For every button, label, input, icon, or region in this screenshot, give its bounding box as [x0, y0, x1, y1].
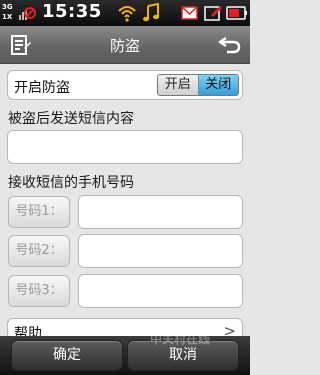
- number-1-button[interactable]: 号码1：: [8, 196, 70, 228]
- receiver-numbers-label: 接收短信的手机号码: [8, 175, 134, 191]
- battery-icon: [226, 6, 247, 20]
- wifi-icon: [118, 6, 136, 22]
- new-message-icon: [181, 6, 198, 20]
- title-bar: 防盗: [0, 26, 250, 64]
- network-type-indicator: 3G 1X: [2, 2, 18, 22]
- theft-protection-toggle[interactable]: 开启 关闭: [157, 74, 239, 96]
- edit-note-icon: [204, 6, 222, 21]
- no-signal-icon: [19, 7, 36, 20]
- status-clock: 15:35: [42, 1, 102, 22]
- number-3-input[interactable]: [78, 274, 243, 308]
- confirm-button[interactable]: 确定: [11, 340, 123, 371]
- music-note-icon: [143, 3, 159, 22]
- number-1-input[interactable]: [78, 195, 243, 229]
- watermark: 中关村在线: [150, 332, 211, 346]
- back-arrow-icon[interactable]: [218, 34, 242, 56]
- toggle-on-option[interactable]: 开启: [158, 75, 199, 95]
- theft-protection-row: 开启防盗 开启 关闭: [7, 70, 243, 100]
- sms-content-label: 被盗后发送短信内容: [8, 111, 134, 127]
- page-title: 防盗: [109, 37, 140, 55]
- sms-content-input[interactable]: [7, 130, 243, 164]
- network-1x-label: 1X: [2, 13, 13, 21]
- bottom-action-bar: 确定 取消: [0, 336, 250, 375]
- theft-protection-label: 开启防盗: [14, 80, 70, 96]
- network-3g-label: 3G: [2, 3, 13, 11]
- number-2-input[interactable]: [78, 234, 243, 268]
- number-2-button[interactable]: 号码2：: [8, 235, 70, 267]
- status-bar: 3G 1X 15:35: [0, 0, 250, 26]
- toggle-off-option[interactable]: 关闭: [198, 75, 238, 95]
- number-3-button[interactable]: 号码3：: [8, 275, 70, 307]
